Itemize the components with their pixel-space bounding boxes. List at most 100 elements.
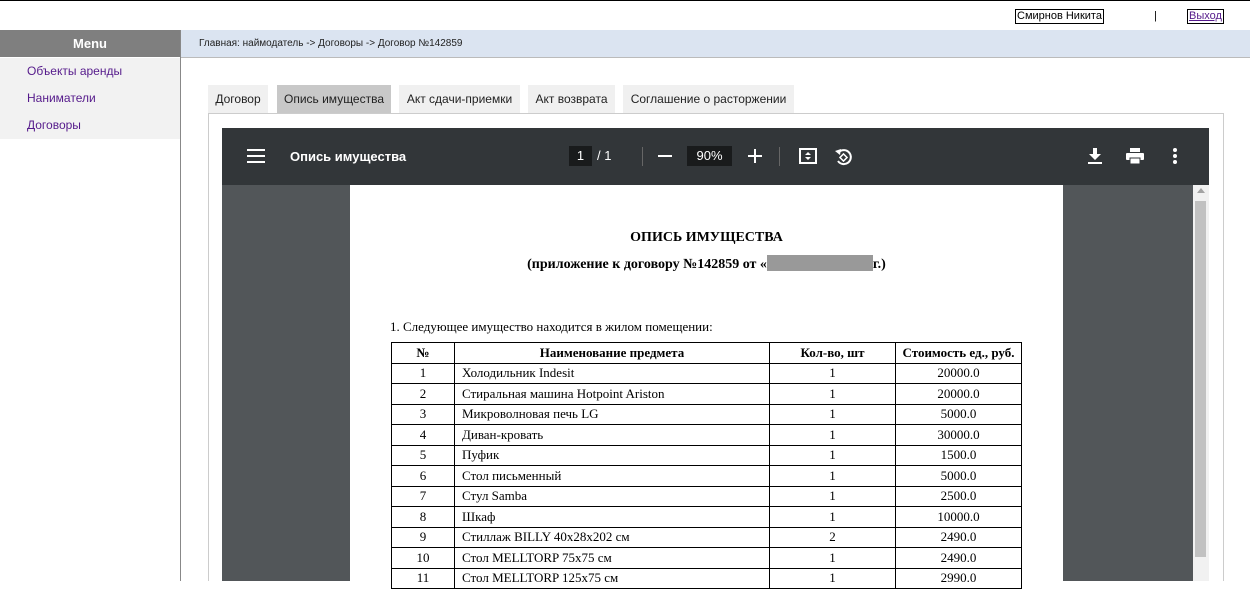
cell-quantity: 1 xyxy=(769,383,896,405)
sidebar-divider xyxy=(180,30,181,581)
cell-number: 10 xyxy=(391,547,455,569)
cell-price: 2490.0 xyxy=(895,526,1022,548)
cell-name: Стул Samba xyxy=(454,485,770,507)
cell-price: 20000.0 xyxy=(895,362,1022,384)
page-number-input[interactable]: 1 xyxy=(569,146,592,166)
table-row: 4 Диван-кровать 1 30000.0 xyxy=(391,424,1022,446)
inventory-rows: 1 Холодильник Indesit 1 20000.0 2 Стиральная … xyxy=(391,362,1022,589)
page-total: / 1 xyxy=(597,148,612,163)
redacted-date xyxy=(766,255,873,271)
rotate-icon[interactable] xyxy=(834,147,854,167)
table-header-row: № Наименование предмета Кол-во, шт Стоим… xyxy=(391,342,1022,364)
scroll-up-arrow-icon[interactable] xyxy=(1197,188,1205,193)
tab-property-inventory[interactable]: Опись имущества xyxy=(277,85,391,113)
table-row: 7 Стул Samba 1 2500.0 xyxy=(391,485,1022,507)
cell-name: Стол письменный xyxy=(454,465,770,487)
document-title: ОПИСЬ ИМУЩЕСТВА xyxy=(630,230,783,245)
table-row: 6 Стол письменный 1 5000.0 xyxy=(391,465,1022,487)
cell-number: 9 xyxy=(391,526,455,548)
cell-number: 8 xyxy=(391,506,455,528)
table-row: 9 Стиллаж BILLY 40x28x202 см 2 2490.0 xyxy=(391,526,1022,548)
cell-quantity: 1 xyxy=(769,444,896,466)
tab-contract[interactable]: Договор xyxy=(208,85,268,113)
tab-return-act[interactable]: Акт возврата xyxy=(528,85,615,113)
cell-price: 10000.0 xyxy=(895,506,1022,528)
subtitle-prefix: (приложение к договору №142859 от « xyxy=(527,257,767,272)
cell-price: 2500.0 xyxy=(895,485,1022,507)
top-border xyxy=(0,0,1250,1)
scroll-thumb[interactable] xyxy=(1195,201,1206,557)
more-vert-icon[interactable] xyxy=(1173,148,1177,164)
sidebar: Объекты аренды Наниматели Договоры xyxy=(0,58,180,139)
cell-number: 7 xyxy=(391,485,455,507)
column-header-name: Наименование предмета xyxy=(454,342,770,364)
document-subtitle: (приложение к договору №142859 от « г.) xyxy=(350,255,1063,273)
column-header-number: № xyxy=(391,342,455,364)
cell-name: Холодильник Indesit xyxy=(454,362,770,384)
cell-name: Микроволновая печь LG xyxy=(454,403,770,425)
cell-number: 1 xyxy=(391,362,455,384)
zoom-level-input[interactable]: 90% xyxy=(687,146,732,166)
menu-icon[interactable] xyxy=(247,149,265,163)
header-separator: | xyxy=(1154,10,1157,22)
pdf-toolbar: Опись имущества 1 / 1 90% xyxy=(222,128,1209,185)
breadcrumb-text: Главная: наймодатель -> Договоры -> Дого… xyxy=(199,38,463,49)
table-row: 2 Стиральная машина Hotpoint Ariston 1 2000… xyxy=(391,383,1022,405)
cell-number: 11 xyxy=(391,567,455,589)
cell-name: Пуфик xyxy=(454,444,770,466)
pdf-title: Опись имущества xyxy=(290,149,407,164)
cell-price: 2490.0 xyxy=(895,547,1022,569)
user-name[interactable]: Смирнов Никита xyxy=(1015,9,1104,24)
toolbar-divider xyxy=(642,147,643,166)
cell-name: Стол MELLTORP 75x75 см xyxy=(454,547,770,569)
print-icon[interactable] xyxy=(1126,148,1144,164)
cell-number: 3 xyxy=(391,403,455,425)
inventory-intro: 1. Следующее имущество находится в жилом… xyxy=(390,319,713,334)
cell-price: 20000.0 xyxy=(895,383,1022,405)
cell-number: 2 xyxy=(391,383,455,405)
cell-price: 5000.0 xyxy=(895,465,1022,487)
cell-quantity: 1 xyxy=(769,362,896,384)
sidebar-item-contracts[interactable]: Договоры xyxy=(0,112,180,139)
cell-name: Диван-кровать xyxy=(454,424,770,446)
cell-number: 4 xyxy=(391,424,455,446)
fit-page-icon[interactable] xyxy=(799,147,817,165)
cell-quantity: 1 xyxy=(769,485,896,507)
subtitle-suffix: г.) xyxy=(872,257,886,272)
tab-handover-act[interactable]: Акт сдачи-приемки xyxy=(399,85,520,113)
cell-quantity: 1 xyxy=(769,506,896,528)
cell-number: 5 xyxy=(391,444,455,466)
table-row: 1 Холодильник Indesit 1 20000.0 xyxy=(391,362,1022,384)
column-header-quantity: Кол-во, шт xyxy=(769,342,896,364)
table-row: 11 Стол MELLTORP 125x75 см 1 2990.0 xyxy=(391,567,1022,589)
logout-link[interactable]: Выход xyxy=(1187,9,1224,24)
table-row: 3 Микроволновая печь LG 1 5000.0 xyxy=(391,403,1022,425)
breadcrumb: Главная: наймодатель -> Договоры -> Дого… xyxy=(181,30,1250,58)
cell-quantity: 1 xyxy=(769,547,896,569)
cell-name: Стиллаж BILLY 40x28x202 см xyxy=(454,526,770,548)
column-header-price: Стоимость ед., руб. xyxy=(895,342,1022,364)
cell-price: 2990.0 xyxy=(895,567,1022,589)
menu-header: Menu xyxy=(0,30,180,57)
zoom-in-icon[interactable] xyxy=(748,149,762,163)
pdf-scrollbar[interactable] xyxy=(1193,185,1209,581)
toolbar-divider xyxy=(779,147,780,166)
sidebar-item-rental-objects[interactable]: Объекты аренды xyxy=(0,58,180,85)
cell-quantity: 2 xyxy=(769,526,896,548)
table-row: 8 Шкаф 1 10000.0 xyxy=(391,506,1022,528)
cell-number: 6 xyxy=(391,465,455,487)
cell-price: 30000.0 xyxy=(895,424,1022,446)
download-icon[interactable] xyxy=(1088,148,1102,164)
cell-name: Стиральная машина Hotpoint Ariston xyxy=(454,383,770,405)
cell-quantity: 1 xyxy=(769,403,896,425)
cell-name: Шкаф xyxy=(454,506,770,528)
pdf-viewer: Опись имущества 1 / 1 90% ОПИСЬ ИМУЩЕСТВ… xyxy=(222,128,1209,589)
tab-termination-agreement[interactable]: Соглашение о расторжении xyxy=(623,85,794,113)
sidebar-item-tenants[interactable]: Наниматели xyxy=(0,85,180,112)
cell-quantity: 1 xyxy=(769,424,896,446)
cell-name: Стол MELLTORP 125x75 см xyxy=(454,567,770,589)
zoom-out-icon[interactable] xyxy=(658,155,672,157)
table-row: 10 Стол MELLTORP 75x75 см 1 2490.0 xyxy=(391,547,1022,569)
cell-quantity: 1 xyxy=(769,465,896,487)
inventory-table: № Наименование предмета Кол-во, шт Стоим… xyxy=(391,342,1022,589)
